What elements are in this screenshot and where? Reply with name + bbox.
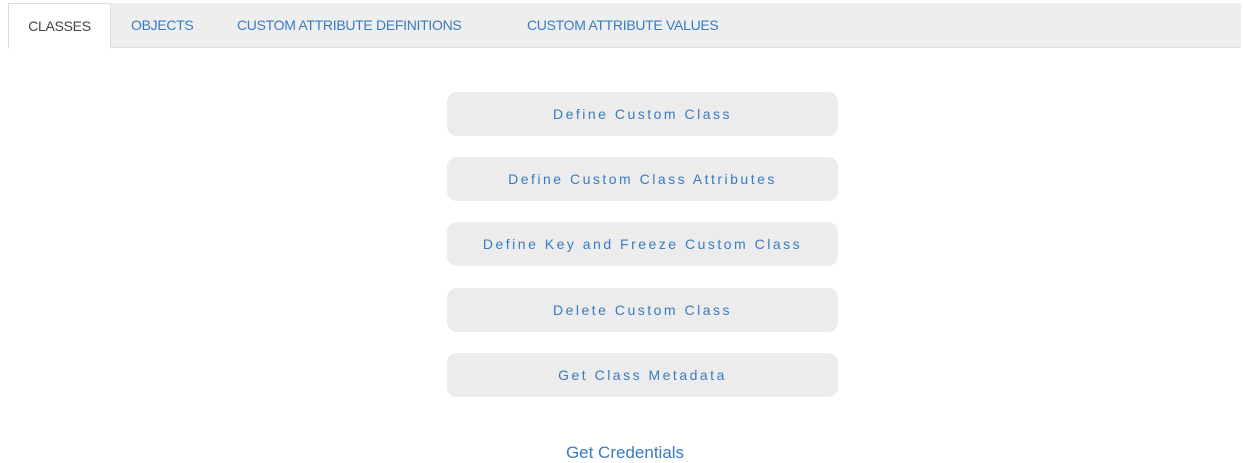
tab-classes[interactable]: CLASSES (8, 3, 111, 49)
get-class-metadata-button[interactable]: Get Class Metadata (447, 353, 838, 397)
tab-custom-attribute-definitions[interactable]: CUSTOM ATTRIBUTE DEFINITIONS (237, 3, 462, 48)
get-credentials-link[interactable]: Get Credentials (0, 443, 1243, 463)
tab-objects[interactable]: OBJECTS (131, 3, 194, 48)
tab-custom-attribute-values[interactable]: CUSTOM ATTRIBUTE VALUES (527, 3, 719, 48)
define-custom-class-button[interactable]: Define Custom Class (447, 92, 838, 136)
tab-bar: CLASSES OBJECTS CUSTOM ATTRIBUTE DEFINIT… (8, 3, 1241, 49)
define-key-and-freeze-custom-class-button[interactable]: Define Key and Freeze Custom Class (447, 222, 838, 266)
delete-custom-class-button[interactable]: Delete Custom Class (447, 288, 838, 332)
define-custom-class-attributes-button[interactable]: Define Custom Class Attributes (447, 157, 838, 201)
